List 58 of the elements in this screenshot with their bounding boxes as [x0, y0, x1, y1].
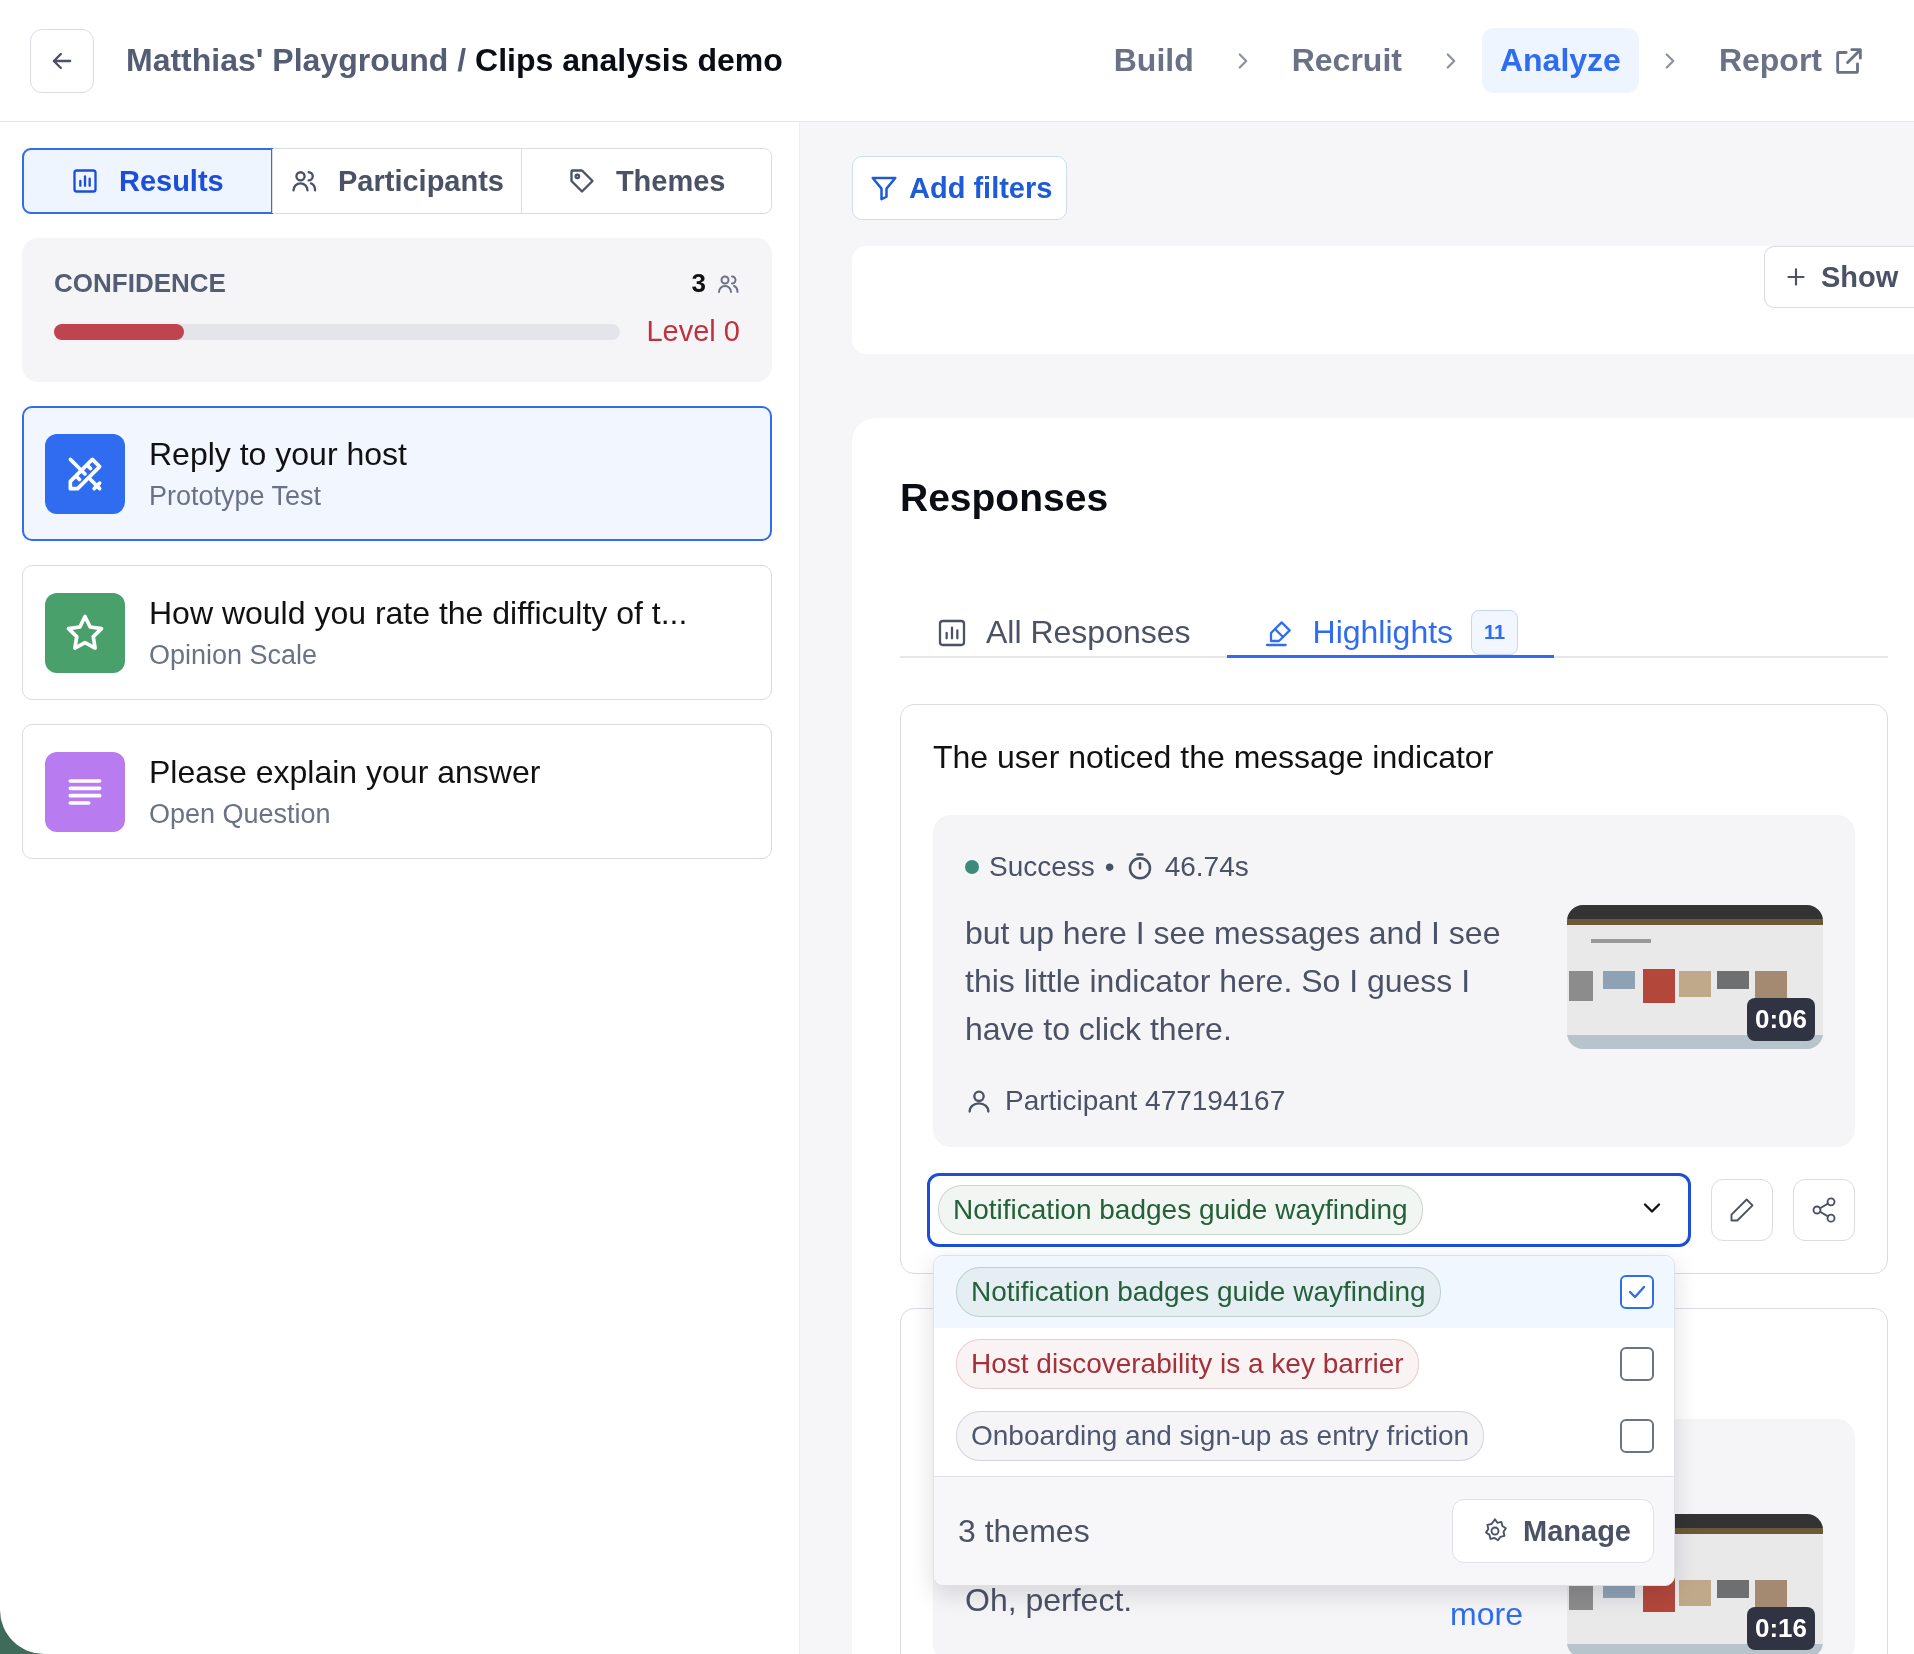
theme-tag: Onboarding and sign-up as entry friction	[956, 1411, 1485, 1461]
sidebar-tab[interactable]: Results	[23, 149, 272, 213]
theme-option[interactable]: Onboarding and sign-up as entry friction	[934, 1400, 1674, 1472]
count-badge: 11	[1471, 610, 1519, 655]
show-button[interactable]: Show	[1764, 246, 1914, 308]
block-title: How would you rate the difficulty of t...	[149, 594, 688, 632]
add-filters-button[interactable]: Add filters	[852, 156, 1068, 220]
status-label: Success	[989, 851, 1095, 883]
share-icon	[1810, 1196, 1838, 1224]
block-card[interactable]: Reply to your host Prototype Test	[22, 406, 772, 541]
clip-duration: 0:16	[1746, 1607, 1815, 1650]
block-type: Opinion Scale	[149, 639, 319, 671]
share-button[interactable]	[1793, 1179, 1855, 1241]
highlight-title: The user noticed the message indicator	[933, 739, 1495, 776]
block-type: Open Question	[149, 798, 332, 830]
pencil-ruler-icon	[45, 433, 125, 514]
confidence-level: Level 0	[646, 315, 740, 348]
checkbox[interactable]	[1620, 1275, 1654, 1309]
confidence-label: CONFIDENCE	[54, 268, 226, 299]
block-title: Reply to your host	[149, 435, 407, 473]
duration: 46.74s	[1164, 851, 1249, 883]
block-card[interactable]: How would you rate the difficulty of t... Opinion Scale	[22, 565, 772, 700]
block-title: Please explain your answer	[149, 753, 541, 791]
responses-tab[interactable]: Highlights 11	[1226, 610, 1555, 658]
theme-tag: Host discoverability is a key barrier	[956, 1339, 1419, 1389]
text-lines-icon	[45, 751, 125, 832]
bar-chart-icon	[70, 167, 99, 195]
participant-count: 3	[691, 268, 706, 299]
separator-dot: •	[1104, 851, 1115, 883]
clip-transcript: but up here I see messages and I see this little indicator here. So I guess I have to click there.	[965, 914, 1502, 1049]
responses-tab[interactable]: All Responses	[900, 610, 1227, 658]
step-tab[interactable]: Analyze	[1481, 28, 1639, 93]
tag-icon	[567, 167, 596, 195]
checkbox[interactable]	[1620, 1419, 1654, 1453]
theme-select[interactable]: Notification badges guide wayfinding	[927, 1173, 1691, 1247]
participant-name: Participant 477194167	[1005, 1085, 1286, 1117]
responses-heading: Responses	[900, 476, 1110, 520]
clip-duration: 0:06	[1746, 998, 1815, 1041]
project-title: Clips analysis demo	[475, 42, 783, 79]
step-tab[interactable]: Report	[1700, 28, 1884, 93]
workspace-breadcrumb[interactable]: Matthias' Playground /	[126, 42, 467, 79]
checkbox[interactable]	[1620, 1347, 1654, 1381]
status-dot	[965, 860, 979, 874]
pencil-icon	[1728, 1196, 1756, 1224]
theme-count: 3 themes	[958, 1512, 1090, 1550]
step-tab[interactable]: Build	[1095, 28, 1212, 93]
theme-tag: Notification badges guide wayfinding	[956, 1267, 1441, 1317]
sidebar-tab[interactable]: Themes	[521, 149, 771, 213]
more-link[interactable]: more	[1450, 1596, 1523, 1632]
block-type: Prototype Test	[149, 480, 323, 512]
theme-option[interactable]: Notification badges guide wayfinding	[934, 1256, 1674, 1328]
block-card[interactable]: Please explain your answer Open Question	[22, 724, 772, 859]
manage-button[interactable]: Manage	[1452, 1499, 1654, 1563]
theme-tag: Notification badges guide wayfinding	[938, 1185, 1423, 1235]
clip-transcript: Oh, perfect.	[965, 1581, 1133, 1620]
step-tab[interactable]: Recruit	[1273, 28, 1420, 93]
theme-option[interactable]: Host discoverability is a key barrier	[934, 1328, 1674, 1400]
edit-button[interactable]	[1711, 1179, 1773, 1241]
